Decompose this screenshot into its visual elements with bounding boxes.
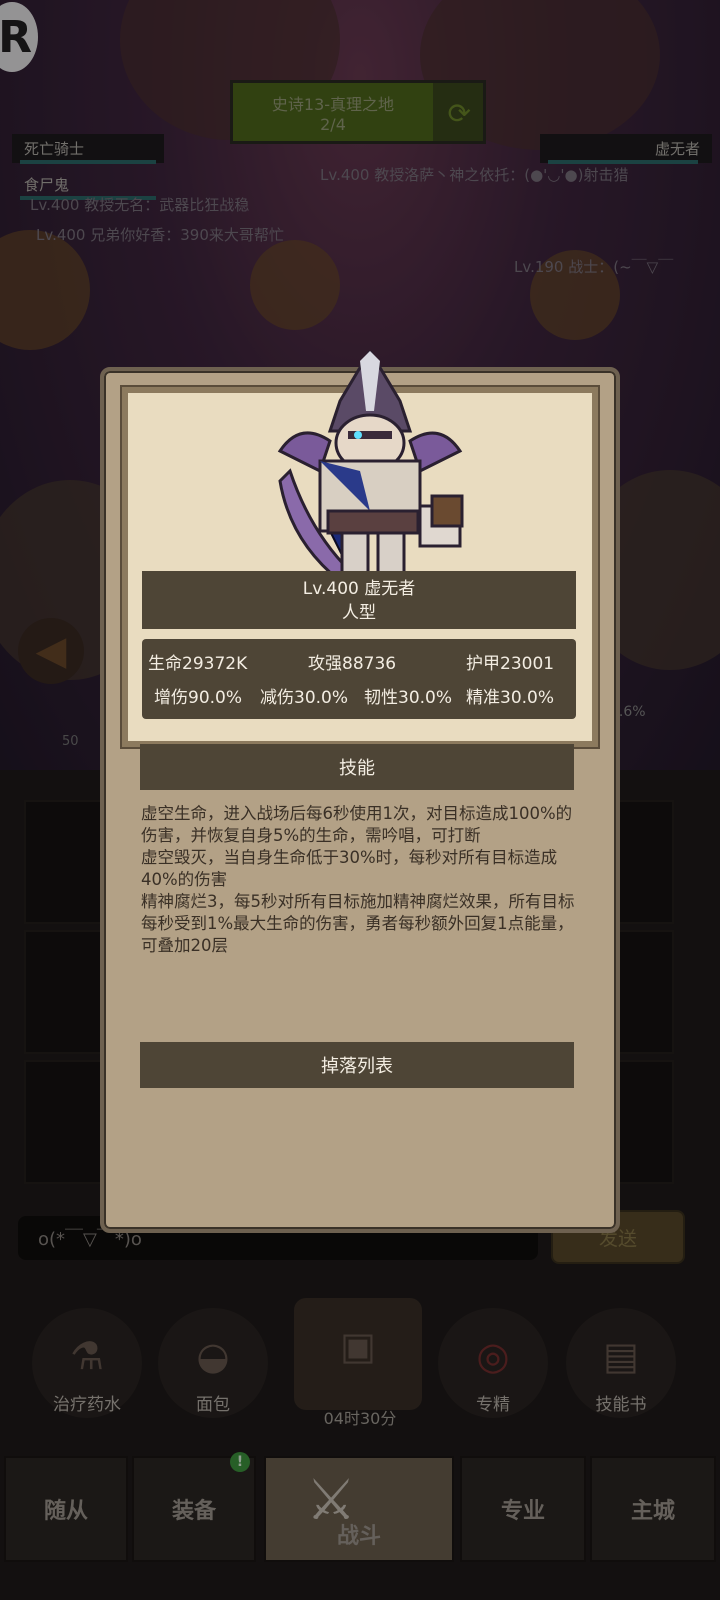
skills-header: 技能 [140, 744, 574, 790]
skill-description: 精神腐烂3，每5秒对所有目标施加精神腐烂效果，所有目标每秒受到1%最大生命的伤害… [141, 892, 575, 955]
monster-type: 人型 [342, 603, 376, 623]
monster-name-level: Lv.400 虚无者 [302, 579, 416, 599]
monster-name-banner: Lv.400 虚无者 人型 [142, 571, 576, 629]
skill-description: 虚空生命，进入战场后每6秒使用1次，对目标造成100%的伤害，并恢复自身5%的生… [141, 804, 573, 845]
stat-armor: 护甲23001 [466, 654, 555, 674]
skill-description: 虚空毁灭，当自身生命低于30%时，每秒对所有目标造成40%的伤害 [141, 848, 558, 889]
monster-portrait [277, 351, 464, 591]
stat-damage-down: 减伤30.0% [260, 688, 349, 708]
stat-precision: 精准30.0% [466, 688, 555, 708]
stat-tenacity: 韧性30.0% [364, 688, 453, 708]
drop-list-button[interactable]: 掉落列表 [140, 1042, 574, 1088]
stat-damage-up: 增伤90.0% [154, 688, 243, 708]
stat-attack: 攻强88736 [308, 654, 397, 674]
stat-hp: 生命29372K [148, 654, 248, 674]
skill-description-list: 虚空生命，进入战场后每6秒使用1次，对目标造成100%的伤害，并恢复自身5%的生… [141, 803, 581, 957]
monster-stats: 生命29372K 攻强88736 护甲23001 增伤90.0% 减伤30.0%… [142, 639, 576, 719]
monster-info-modal: Lv.400 虚无者 人型 生命29372K 攻强88736 护甲23001 增… [100, 351, 620, 1233]
monster-portrait-frame: Lv.400 虚无者 人型 生命29372K 攻强88736 护甲23001 增… [122, 351, 598, 747]
